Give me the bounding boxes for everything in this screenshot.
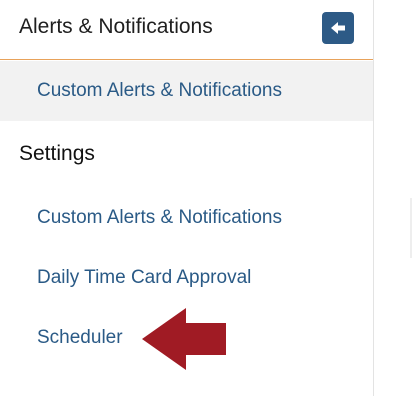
red-arrow-icon	[142, 308, 226, 370]
settings-link-custom-alerts[interactable]: Custom Alerts & Notifications	[37, 207, 282, 229]
panel-header: Alerts & Notifications	[0, 0, 373, 60]
nav-item-label[interactable]: Custom Alerts & Notifications	[37, 80, 282, 102]
page: Alerts & Notifications Custom Alerts & N…	[0, 0, 412, 396]
settings-link-daily-time-card-approval[interactable]: Daily Time Card Approval	[37, 267, 251, 289]
settings-heading: Settings	[19, 142, 95, 165]
content-gutter	[374, 0, 412, 396]
settings-link-scheduler[interactable]: Scheduler	[37, 327, 123, 349]
collapse-panel-button[interactable]	[322, 12, 354, 44]
panel-title: Alerts & Notifications	[19, 15, 213, 38]
arrow-left-icon	[331, 22, 345, 34]
sidebar-panel: Alerts & Notifications Custom Alerts & N…	[0, 0, 374, 396]
nav-item-custom-alerts-active[interactable]: Custom Alerts & Notifications	[0, 61, 373, 121]
